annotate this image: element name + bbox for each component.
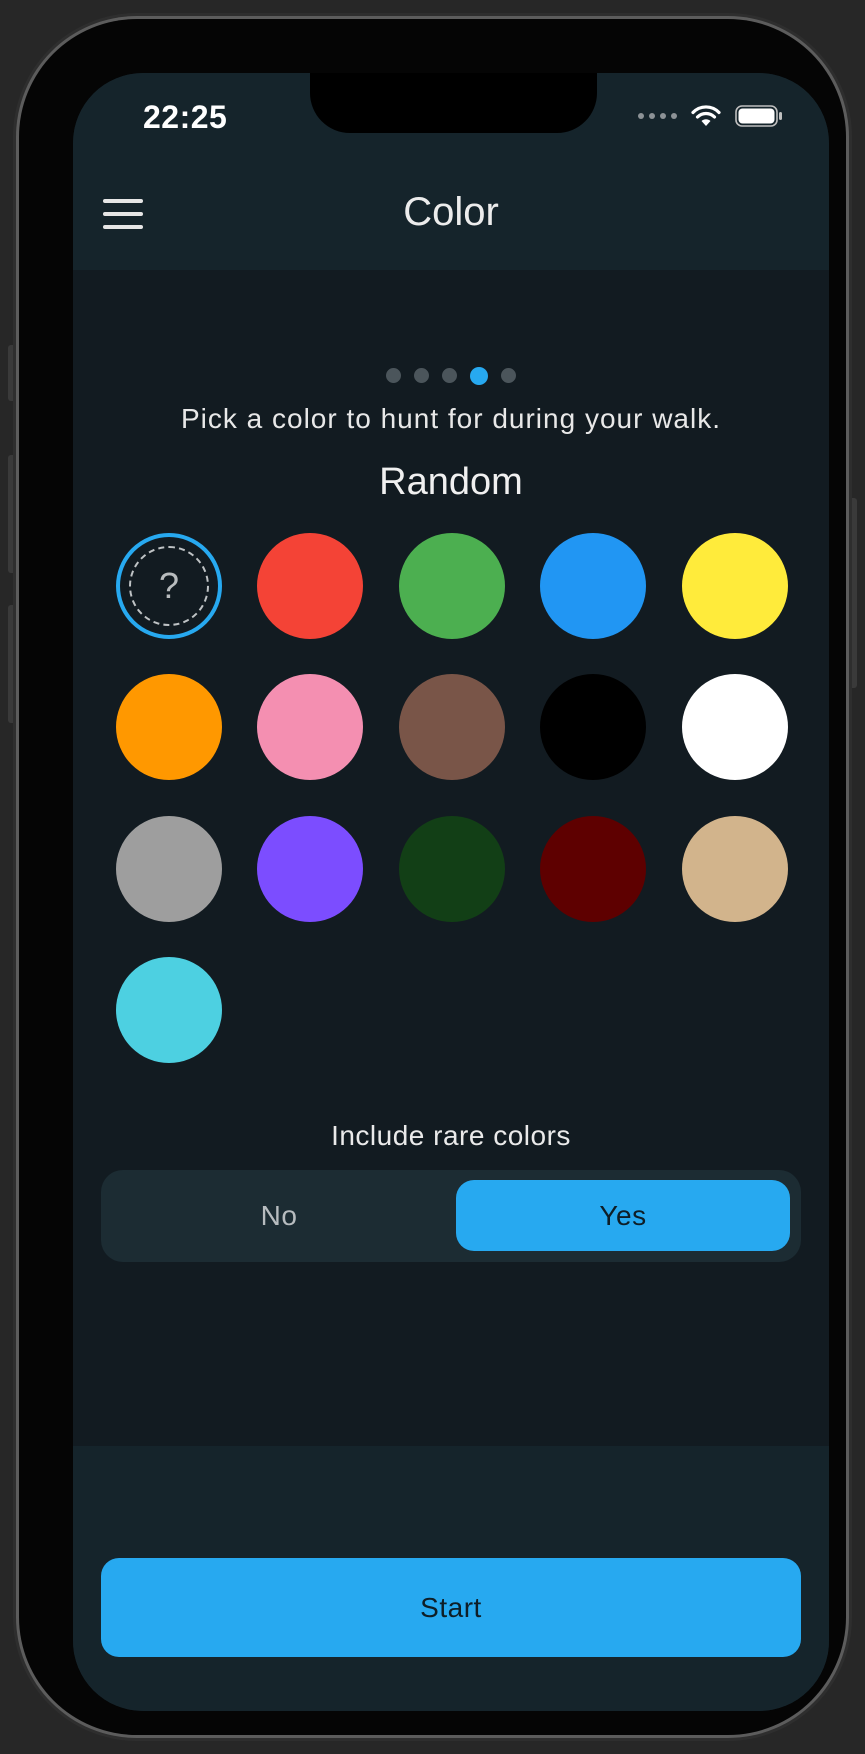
status-icons [638, 105, 783, 127]
cellular-signal-icon [638, 113, 677, 119]
color-swatch-cyan[interactable] [116, 957, 222, 1063]
battery-icon [735, 105, 782, 127]
phone-frame: 22:25 Color Pick a color to hunt for dur… [19, 19, 846, 1735]
random-question-icon: ? [129, 546, 209, 626]
color-swatch-white[interactable] [682, 674, 788, 780]
status-time: 22:25 [143, 99, 228, 135]
color-swatch-tan[interactable] [682, 816, 788, 922]
color-swatch-red[interactable] [257, 533, 363, 639]
page-dot [501, 368, 516, 383]
color-swatch-dark-green[interactable] [399, 816, 505, 922]
app-header: 22:25 Color [73, 73, 829, 270]
page-dot [414, 368, 429, 383]
color-swatch-black[interactable] [540, 674, 646, 780]
color-swatch-green[interactable] [399, 533, 505, 639]
device-stage: 22:25 Color Pick a color to hunt for dur… [0, 0, 865, 1754]
instruction-text: Pick a color to hunt for during your wal… [180, 403, 721, 434]
rare-colors-label: Include rare colors [331, 1120, 571, 1151]
footer-bar: Start [73, 1446, 829, 1711]
color-swatch-brown[interactable] [399, 674, 505, 780]
rare-colors-no-option[interactable]: No [111, 1180, 447, 1251]
page-indicator [73, 366, 829, 385]
screen: 22:25 Color Pick a color to hunt for dur… [73, 73, 829, 1711]
notch [310, 73, 597, 133]
color-swatch-pink[interactable] [257, 674, 363, 780]
color-swatch-purple[interactable] [257, 816, 363, 922]
page-dot [442, 368, 457, 383]
wifi-icon [691, 105, 721, 126]
color-swatch-gray[interactable] [116, 816, 222, 922]
color-swatch-orange[interactable] [116, 674, 222, 780]
selected-color-name: Random [379, 461, 523, 503]
power-button [845, 498, 857, 688]
color-swatch-maroon[interactable] [540, 816, 646, 922]
rare-colors-yes-option[interactable]: Yes [456, 1180, 790, 1251]
start-button[interactable]: Start [101, 1558, 801, 1657]
rare-colors-toggle: No Yes [101, 1170, 801, 1262]
color-swatch-blue[interactable] [540, 533, 646, 639]
color-swatch-yellow[interactable] [682, 533, 788, 639]
color-swatch-random[interactable]: ? [116, 533, 222, 639]
page-dot-active [470, 366, 488, 385]
page-dot [386, 368, 401, 383]
page-title: Color [403, 190, 499, 234]
